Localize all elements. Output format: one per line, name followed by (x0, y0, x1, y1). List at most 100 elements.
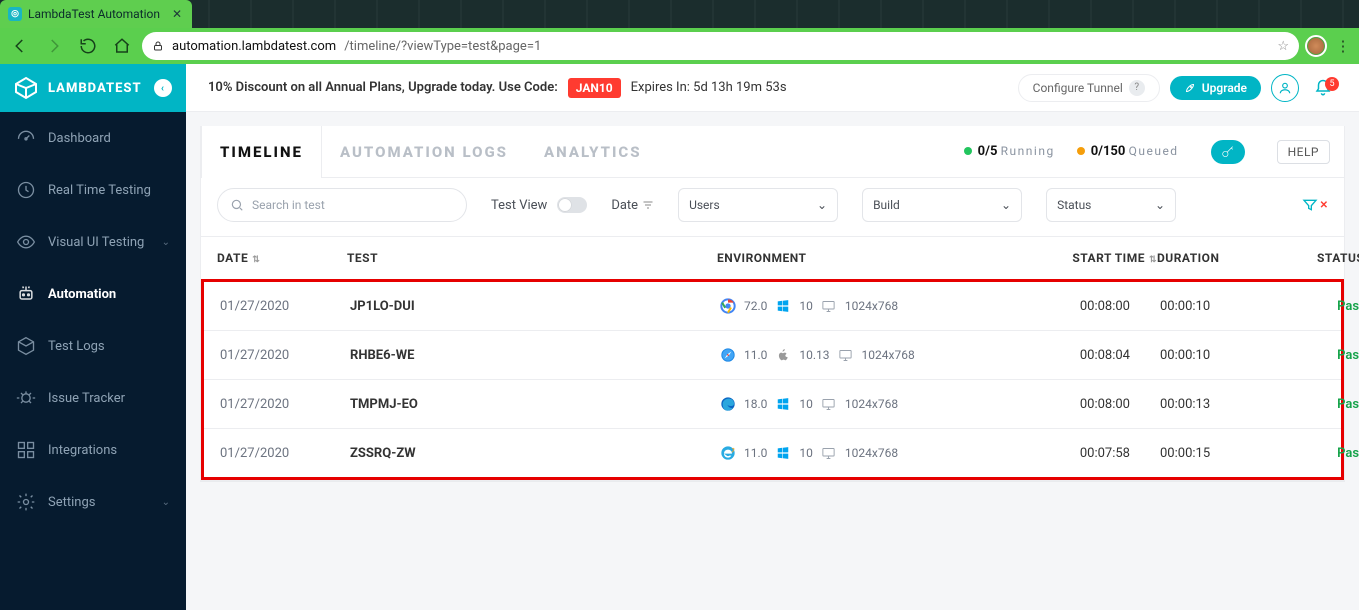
apple-icon (775, 347, 791, 363)
table-row[interactable]: 01/27/2020 ZSSRQ-ZW 11.0 10 1024x768 00:… (204, 428, 1341, 477)
back-button[interactable] (6, 32, 34, 60)
search-placeholder: Search in test (252, 198, 325, 212)
sidebar-header: LAMBDATEST ‹ (0, 64, 186, 112)
running-label: Running (1001, 144, 1055, 158)
app-root: LAMBDATEST ‹ Dashboard Real Time Testing… (0, 64, 1359, 610)
build-dropdown[interactable]: Build⌄ (862, 188, 1022, 222)
col-date[interactable]: DATE⇅ (217, 251, 347, 265)
clock-icon (16, 180, 36, 200)
col-env[interactable]: ENVIRONMENT (717, 251, 997, 265)
browser-menu-icon[interactable]: ⋮ (1333, 37, 1353, 55)
col-test[interactable]: TEST (347, 251, 717, 265)
status-dropdown[interactable]: Status⌄ (1046, 188, 1176, 222)
sidebar: LAMBDATEST ‹ Dashboard Real Time Testing… (0, 64, 186, 610)
promo-expires: Expires In: 5d 13h 19m 53s (631, 80, 787, 95)
os-version: 10 (799, 446, 813, 460)
sidebar-item-issue-tracker[interactable]: Issue Tracker (0, 372, 186, 424)
sidebar-item-dashboard[interactable]: Dashboard (0, 112, 186, 164)
sidebar-item-visual-ui[interactable]: Visual UI Testing ⌄ (0, 216, 186, 268)
account-button[interactable] (1271, 74, 1299, 102)
sidebar-item-integrations[interactable]: Integrations (0, 424, 186, 476)
sort-icon: ⇅ (1149, 255, 1157, 265)
home-button[interactable] (108, 32, 136, 60)
table-header: DATE⇅ TEST ENVIRONMENT START TIME⇅ DURAT… (201, 237, 1344, 279)
cell-date: 01/27/2020 (220, 446, 350, 461)
monitor-icon (821, 445, 837, 461)
monitor-icon (821, 396, 837, 412)
filters-row: Search in test Test View Date Users⌄ Bui… (201, 178, 1344, 237)
clear-filters-button[interactable]: ✕ (1302, 197, 1328, 213)
cell-test: ZSSRQ-ZW (350, 446, 720, 461)
date-label: Date (611, 198, 638, 213)
brand-text: LAMBDATEST (48, 81, 142, 96)
windows-icon (775, 445, 791, 461)
cell-start-time: 00:07:58 (1000, 446, 1160, 461)
bug-icon (16, 388, 36, 408)
cell-duration: 00:00:15 (1160, 446, 1320, 461)
tab-label: ANALYTICS (544, 143, 642, 161)
configure-tunnel-button[interactable]: Configure Tunnel ? (1018, 74, 1160, 102)
running-count: 0/5 (978, 144, 998, 159)
cell-status: Passed (1320, 397, 1359, 412)
table-row[interactable]: 01/27/2020 TMPMJ-EO 18.0 10 1024x768 00:… (204, 379, 1341, 428)
tab-automation-logs[interactable]: AUTOMATION LOGS (322, 126, 526, 178)
browser-tab-strip: ◎ LambdaTest Automation ✕ ＋ (0, 0, 1359, 28)
tab-title: LambdaTest Automation (28, 7, 160, 21)
cell-status: Passed (1320, 299, 1359, 314)
date-filter[interactable]: Date (611, 198, 654, 213)
browser-version: 18.0 (744, 397, 767, 411)
cell-date: 01/27/2020 (220, 299, 350, 314)
forward-button[interactable] (40, 32, 68, 60)
browser-toolbar: automation.lambdatest.com/timeline/?view… (0, 28, 1359, 64)
access-key-button[interactable] (1211, 140, 1245, 164)
notifications-button[interactable]: 5 (1309, 79, 1337, 97)
toggle-label: Test View (491, 198, 547, 213)
cell-duration: 00:00:10 (1160, 299, 1320, 314)
button-label: Configure Tunnel (1033, 81, 1123, 95)
reload-button[interactable] (74, 32, 102, 60)
profile-avatar[interactable] (1305, 35, 1327, 57)
tab-analytics[interactable]: ANALYTICS (526, 126, 660, 178)
resolution: 1024x768 (845, 397, 898, 411)
cell-test: RHBE6-WE (350, 348, 720, 363)
sidebar-item-label: Issue Tracker (48, 391, 125, 406)
run-stats: 0/5 Running 0/150 Queued HELP (964, 140, 1344, 164)
browser-tab-active[interactable]: ◎ LambdaTest Automation ✕ (0, 0, 192, 28)
windows-icon (775, 298, 791, 314)
cell-environment: 18.0 10 1024x768 (720, 396, 1000, 412)
test-view-toggle[interactable]: Test View (491, 197, 587, 213)
users-dropdown[interactable]: Users⌄ (678, 188, 838, 222)
close-tab-icon[interactable]: ✕ (172, 7, 182, 21)
main-content: 10% Discount on all Annual Plans, Upgrad… (186, 64, 1359, 610)
sidebar-item-test-logs[interactable]: Test Logs (0, 320, 186, 372)
cell-test: JP1LO-DUI (350, 299, 720, 314)
sidebar-collapse-button[interactable]: ‹ (154, 79, 172, 97)
tab-timeline[interactable]: TIMELINE (201, 126, 322, 178)
gauge-icon (16, 128, 36, 148)
browser-version: 11.0 (744, 348, 767, 362)
queued-label: Queued (1129, 144, 1179, 158)
table-row[interactable]: 01/27/2020 RHBE6-WE 11.0 10.13 1024x768 … (204, 330, 1341, 379)
col-start[interactable]: START TIME⇅ (997, 251, 1157, 265)
upgrade-button[interactable]: Upgrade (1170, 76, 1261, 100)
search-input[interactable]: Search in test (217, 188, 467, 222)
box-icon (16, 336, 36, 356)
cell-date: 01/27/2020 (220, 397, 350, 412)
col-status[interactable]: STATUS (1317, 251, 1359, 265)
address-bar[interactable]: automation.lambdatest.com/timeline/?view… (142, 32, 1299, 60)
sidebar-item-realtime[interactable]: Real Time Testing (0, 164, 186, 216)
bookmark-star-icon[interactable]: ☆ (1277, 39, 1289, 54)
sidebar-item-automation[interactable]: Automation (0, 268, 186, 320)
button-label: Upgrade (1202, 81, 1247, 95)
col-dur[interactable]: DURATION (1157, 251, 1317, 265)
user-icon (1278, 81, 1292, 95)
promo-bar: 10% Discount on all Annual Plans, Upgrad… (186, 64, 1359, 112)
table-body-highlighted: 01/27/2020 JP1LO-DUI 72.0 10 1024x768 00… (201, 279, 1344, 480)
table-row[interactable]: 01/27/2020 JP1LO-DUI 72.0 10 1024x768 00… (204, 282, 1341, 330)
sidebar-item-settings[interactable]: Settings ⌄ (0, 476, 186, 528)
promo-text: 10% Discount on all Annual Plans, Upgrad… (208, 80, 558, 95)
os-version: 10 (799, 397, 813, 411)
tab-label: AUTOMATION LOGS (340, 143, 508, 161)
help-button[interactable]: HELP (1277, 140, 1330, 164)
col-label: DATE (217, 251, 248, 265)
